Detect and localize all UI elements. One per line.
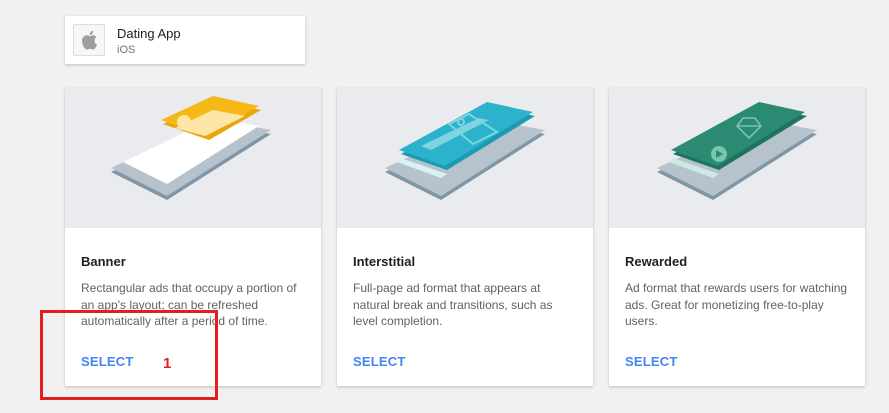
banner-phone-illustration: [65, 88, 321, 228]
select-banner-button[interactable]: SELECT: [81, 354, 133, 369]
select-rewarded-button[interactable]: SELECT: [625, 354, 677, 369]
rewarded-phone-illustration: [609, 88, 865, 228]
app-name: Dating App: [117, 26, 181, 41]
select-interstitial-button[interactable]: SELECT: [353, 354, 405, 369]
card-title: Rewarded: [625, 254, 688, 269]
annotation-number: 1: [163, 355, 172, 372]
app-icon-container: [73, 24, 105, 56]
format-card-banner: Banner Rectangular ads that occupy a por…: [65, 88, 321, 386]
app-card: Dating App iOS: [65, 16, 305, 64]
format-card-interstitial: Interstitial Full-page ad format that ap…: [337, 88, 593, 386]
apple-icon: [82, 30, 97, 50]
app-platform: iOS: [117, 44, 136, 56]
card-description: Ad format that rewards users for watchin…: [625, 281, 848, 328]
format-card-rewarded: Rewarded Ad format that rewards users fo…: [609, 88, 865, 386]
interstitial-phone-illustration: [337, 88, 593, 228]
card-description: Full-page ad format that appears at natu…: [353, 281, 553, 328]
card-description: Rectangular ads that occupy a portion of…: [81, 281, 297, 328]
card-title: Interstitial: [353, 254, 416, 269]
card-title: Banner: [81, 254, 126, 269]
